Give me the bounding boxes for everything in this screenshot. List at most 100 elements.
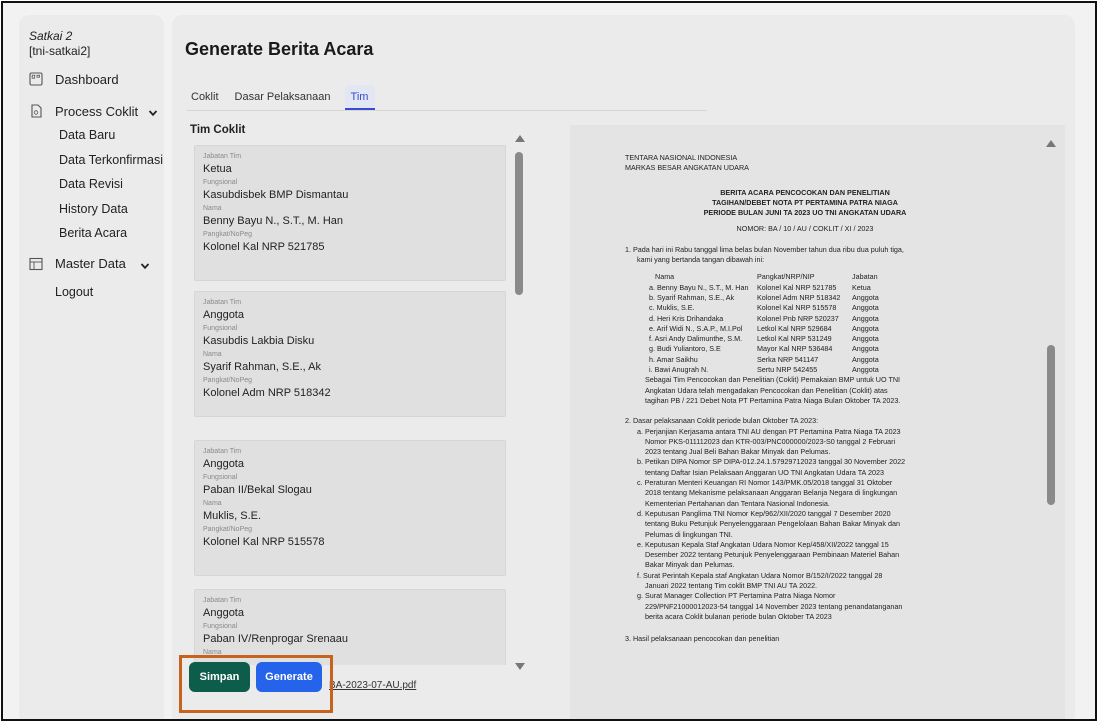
sidebar-item-master-data[interactable]: Master Data <box>29 252 164 276</box>
member-rank: Letkol Kal NRP 529684 <box>757 323 832 333</box>
doc-text-line: b. Petikan DIPA Nomor SP DIPA-012.24.1.5… <box>637 457 906 467</box>
fungsional-field[interactable]: Kasubdis Lakbia Disku <box>203 334 497 348</box>
generated-file-link[interactable]: BA-2023-07-AU.pdf <box>329 680 416 691</box>
fungsional-field[interactable]: Paban II/Bekal Slogau <box>203 483 497 497</box>
member-role: Anggota <box>852 313 879 323</box>
member-rank: Serka NRP 541147 <box>757 354 819 364</box>
jabatan-field[interactable]: Anggota <box>203 457 497 471</box>
members-header-nama: Nama <box>655 272 675 282</box>
doc-text-line: tentang Daftar Isian Pelaksaan Anggaran … <box>645 467 884 477</box>
member-rank: Kolonel Kal NRP 521785 <box>757 282 837 292</box>
tab-coklit[interactable]: Coklit <box>187 85 225 110</box>
field-label: Fungsional <box>203 179 238 186</box>
member-role: Anggota <box>852 344 879 354</box>
tab-tim[interactable]: Tim <box>344 85 376 110</box>
sidebar-item-data-baru[interactable]: Data Baru <box>29 123 164 148</box>
document-icon <box>29 104 43 118</box>
member-role: Anggota <box>852 303 879 313</box>
doc-text-line: Sebagai Tim Pencocokan dan Penelitian (C… <box>645 375 901 385</box>
nama-field[interactable]: Muklis, S.E. <box>203 509 497 523</box>
member-name: c. Muklis, S.E. <box>649 303 695 313</box>
jabatan-field[interactable]: Ketua <box>203 162 497 176</box>
doc-text-line: tagihan PB / 221 Debet Nota PT Pertamina… <box>645 395 901 405</box>
generate-button[interactable]: Generate <box>256 662 322 692</box>
fungsional-field[interactable]: Paban IV/Renprogar Srenaau <box>203 632 497 646</box>
scrollbar-thumb[interactable] <box>515 152 523 295</box>
pangkat-field[interactable]: Kolonel Kal NRP 521785 <box>203 240 497 254</box>
doc-p3-title: 3. Hasil pelaksanaan pencocokan dan pene… <box>625 634 780 644</box>
doc-text-line: g. Surat Manager Collection PT Pertamina… <box>637 591 836 601</box>
member-rank: Kolonel Kal NRP 515578 <box>757 303 837 313</box>
member-row: e. Arif Widi N., S.A.P., M.I.Pol Letkol K… <box>649 324 985 334</box>
doc-title-2: TAGIHAN/DEBET NOTA PT PERTAMINA PATRA NI… <box>712 197 898 207</box>
chevron-down-icon <box>148 106 158 117</box>
sidebar-item-berita-acara[interactable]: Berita Acara <box>29 221 164 246</box>
doc-text-line: berita acara Coklit bulanan periode bula… <box>645 611 832 621</box>
team-card: Jabatan Tim Anggota Fungsional Paban II/… <box>194 440 506 576</box>
doc-text-line: Januari 2022 tentang Tim coklit BMP TNI … <box>645 580 818 590</box>
document-page: TENTARA NASIONAL INDONESIA MARKAS BESAR … <box>625 153 985 644</box>
doc-p1-line2: kami yang bertanda tangan dibawah ini: <box>637 255 765 265</box>
sidebar-item-data-terkonfirmasi[interactable]: Data Terkonfirmasi <box>29 148 164 173</box>
doc-text-line: 229/PNF21000012023-54 tanggal 14 Novembe… <box>645 601 903 611</box>
member-name: e. Arif Widi N., S.A.P., M.I.Pol <box>649 323 743 333</box>
field-label: Jabatan Tim <box>203 448 242 455</box>
scroll-up-arrow-icon[interactable] <box>515 135 525 142</box>
team-card: Jabatan Tim Anggota Fungsional Kasubdis … <box>194 291 506 417</box>
team-list-scrollbar[interactable] <box>513 130 527 675</box>
member-role: Anggota <box>852 365 879 375</box>
member-name: h. Amar Saikhu <box>649 354 698 364</box>
member-name: a. Benny Bayu N., S.T., M. Han <box>649 282 749 292</box>
team-card: Jabatan Tim Ketua Fungsional Kasubdisbek… <box>194 145 506 281</box>
member-role: Anggota <box>852 334 879 344</box>
member-name: i. Bawi Anugrah N. <box>649 365 709 375</box>
table-icon <box>29 257 43 271</box>
scroll-up-arrow-icon[interactable] <box>1046 140 1056 147</box>
team-list[interactable]: Jabatan Tim Ketua Fungsional Kasubdisbek… <box>194 145 512 665</box>
doc-text-line: 2023 tentang Jual Beli Bahan Bakar Minya… <box>645 447 831 457</box>
member-row: a. Benny Bayu N., S.T., M. Han Kolonel Ka… <box>649 283 985 293</box>
sidebar-item-history-data[interactable]: History Data <box>29 197 164 222</box>
fungsional-field[interactable]: Kasubdisbek BMP Dismantau <box>203 188 497 202</box>
sidebar-item-process-coklit[interactable]: Process Coklit <box>29 99 164 123</box>
document-preview[interactable]: TENTARA NASIONAL INDONESIA MARKAS BESAR … <box>570 125 1065 719</box>
doc-text-line: c. Peraturan Menteri Keuangan RI Nomor 1… <box>637 478 893 488</box>
member-rank: Letkol Kal NRP 531249 <box>757 334 832 344</box>
member-row: c. Muklis, S.E. Kolonel Kal NRP 515578 Ang… <box>649 303 985 313</box>
member-name: b. Syarif Rahman, S.E., Ak <box>649 292 735 302</box>
dashboard-icon <box>29 72 43 86</box>
jabatan-field[interactable]: Anggota <box>203 606 497 620</box>
member-role: Anggota <box>852 354 879 364</box>
member-name: g. Budi Yuliantoro, S.E <box>649 344 721 354</box>
field-label: Pangkat/NoPeg <box>203 377 253 384</box>
tab-dasar-pelaksanaan[interactable]: Dasar Pelaksanaan <box>231 85 337 110</box>
document-scrollbar[interactable] <box>1044 135 1058 719</box>
doc-p2-title: 2. Dasar pelaksanaan Coklit periode bula… <box>625 416 819 426</box>
pangkat-field[interactable]: Kolonel Adm NRP 518342 <box>203 386 497 400</box>
chevron-down-icon <box>140 259 150 269</box>
member-role: Ketua <box>852 282 871 292</box>
app-frame: Satkai 2 [tni-satkai2] Dashboard Process… <box>1 1 1097 721</box>
org-name: Satkai 2 <box>29 29 73 43</box>
save-button[interactable]: Simpan <box>189 662 250 692</box>
nama-field[interactable]: Benny Bayu N., S.T., M. Han <box>203 214 497 228</box>
pangkat-field[interactable]: Kolonel Kal NRP 515578 <box>203 535 497 549</box>
doc-p1-line1: 1. Pada hari ini Rabu tanggal lima belas… <box>625 244 904 254</box>
members-header-jabatan: Jabatan <box>852 272 878 282</box>
doc-text-line: Kementerian Pertahanan dan Tentara Nasio… <box>645 498 830 508</box>
member-name: d. Heri Kris Drihandaka <box>649 313 724 323</box>
sidebar-item-data-revisi[interactable]: Data Revisi <box>29 172 164 197</box>
jabatan-field[interactable]: Anggota <box>203 308 497 322</box>
sidebar-item-logout[interactable]: Logout <box>29 280 164 305</box>
scrollbar-thumb[interactable] <box>1047 345 1055 505</box>
member-row: g. Budi Yuliantoro, S.E Mayor Kal NRP 536… <box>649 344 985 354</box>
nama-field[interactable]: Syarif Rahman, S.E., Ak <box>203 360 497 374</box>
member-row: h. Amar Saikhu Serka NRP 541147 Anggota <box>649 355 985 365</box>
member-role: Anggota <box>852 292 879 302</box>
doc-title-1: BERITA ACARA PENCOCOKAN DAN PENELITIAN <box>720 187 890 197</box>
member-role: Anggota <box>852 323 879 333</box>
doc-header-2: MARKAS BESAR ANGKATAN UDARA <box>625 163 749 173</box>
sidebar-item-dashboard[interactable]: Dashboard <box>29 67 164 91</box>
members-header-pangkat: Pangkat/NRP/NIP <box>757 272 815 282</box>
scroll-down-arrow-icon[interactable] <box>515 663 525 670</box>
